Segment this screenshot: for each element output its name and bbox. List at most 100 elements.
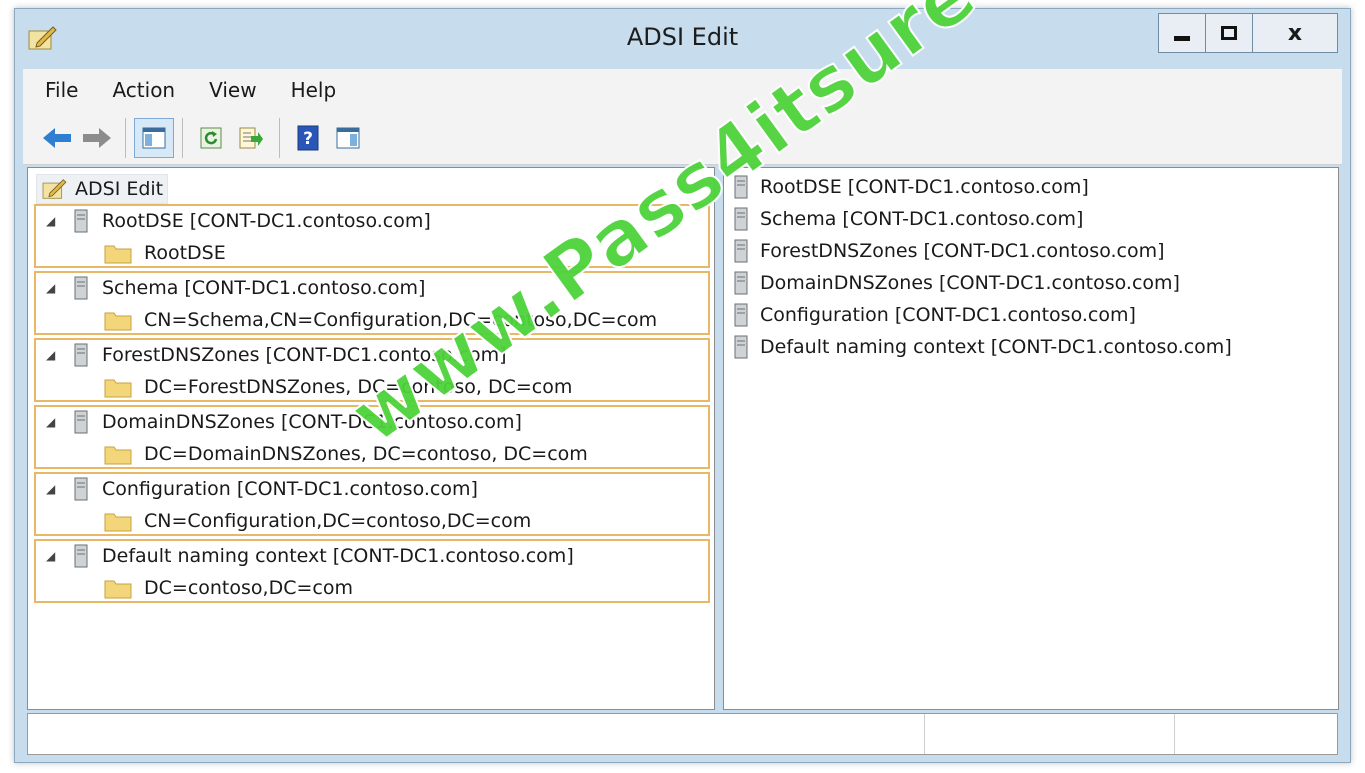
adsi-edit-icon <box>42 179 67 199</box>
folder-icon <box>104 513 132 532</box>
tree-node-label: CN=Schema,CN=Configuration,DC=contoso,DC… <box>144 309 658 331</box>
refresh-button[interactable] <box>191 118 231 158</box>
server-icon <box>734 271 748 295</box>
tree-node-label: DC=DomainDNSZones, DC=contoso, DC=com <box>144 443 588 465</box>
list-item-label: ForestDNSZones [CONT-DC1.contoso.com] <box>760 240 1165 262</box>
tree-root-label: ADSI Edit <box>75 178 164 200</box>
expand-triangle-icon[interactable]: ◢ <box>46 549 60 563</box>
maximize-button[interactable] <box>1206 14 1253 52</box>
server-icon <box>734 175 748 199</box>
console-tree-icon <box>142 127 166 148</box>
adsi-edit-window: ADSI Edit x File Action View Help ? ADSI… <box>14 8 1351 763</box>
help-button[interactable]: ? <box>288 118 328 158</box>
tree-node-domaindnszones-server[interactable]: ◢ DomainDNSZones [CONT-DC1.contoso.com] <box>36 407 522 437</box>
expand-triangle-icon[interactable]: ◢ <box>46 348 60 362</box>
tree-node-default-naming-context-server[interactable]: ◢ Default naming context [CONT-DC1.conto… <box>36 541 574 571</box>
minimize-button[interactable] <box>1159 14 1206 52</box>
toolbar-separator <box>279 117 280 158</box>
expand-triangle-icon[interactable]: ◢ <box>46 482 60 496</box>
list-item-label: RootDSE [CONT-DC1.contoso.com] <box>760 176 1089 198</box>
server-icon <box>74 276 88 300</box>
tree-group-configuration: ◢ Configuration [CONT-DC1.contoso.com] C… <box>34 472 710 536</box>
menu-action[interactable]: Action <box>112 78 175 102</box>
tree-node-label: DC=ForestDNSZones, DC=contoso, DC=com <box>144 376 573 398</box>
toolbar-separator <box>182 117 183 158</box>
maximize-icon <box>1221 26 1237 40</box>
server-icon <box>74 343 88 367</box>
status-bar <box>27 713 1338 755</box>
server-icon <box>734 303 748 327</box>
tree-node-domaindnszones-child[interactable]: DC=DomainDNSZones, DC=contoso, DC=com <box>104 439 588 469</box>
list-item[interactable]: Configuration [CONT-DC1.contoso.com] <box>734 300 1136 330</box>
list-item[interactable]: Schema [CONT-DC1.contoso.com] <box>734 204 1083 234</box>
list-item-label: Schema [CONT-DC1.contoso.com] <box>760 208 1084 230</box>
tree-node-label: DC=contoso,DC=com <box>144 577 353 599</box>
list-item[interactable]: Default naming context [CONT-DC1.contoso… <box>734 332 1232 362</box>
server-icon <box>734 207 748 231</box>
console-tree-pane[interactable]: ADSI Edit ◢ RootDSE [CONT-DC1.contoso.co… <box>27 167 715 710</box>
refresh-icon <box>200 127 222 148</box>
tree-node-label: Default naming context [CONT-DC1.contoso… <box>102 545 574 567</box>
tree-node-schema-child[interactable]: CN=Schema,CN=Configuration,DC=contoso,DC… <box>104 305 657 335</box>
folder-icon <box>104 312 132 331</box>
tree-node-label: CN=Configuration,DC=contoso,DC=com <box>144 510 532 532</box>
tree-group-rootdse: ◢ RootDSE [CONT-DC1.contoso.com] RootDSE <box>34 204 710 268</box>
menu-bar: File Action View Help <box>23 69 1342 111</box>
caption-buttons: x <box>1158 13 1338 53</box>
tree-node-label: ForestDNSZones [CONT-DC1.contoso.com] <box>102 344 507 366</box>
close-button[interactable]: x <box>1253 14 1337 52</box>
tree-node-rootdse-child[interactable]: RootDSE <box>104 238 226 268</box>
forward-button[interactable] <box>77 118 117 158</box>
tree-node-configuration-child[interactable]: CN=Configuration,DC=contoso,DC=com <box>104 506 531 536</box>
list-item-label: Configuration [CONT-DC1.contoso.com] <box>760 304 1136 326</box>
status-bar-divider <box>1174 714 1175 754</box>
menu-file[interactable]: File <box>45 78 78 102</box>
folder-icon <box>104 446 132 465</box>
export-list-button[interactable] <box>231 118 271 158</box>
tree-root-adsi-edit[interactable]: ADSI Edit <box>36 174 169 204</box>
menu-view[interactable]: View <box>209 78 256 102</box>
expand-triangle-icon[interactable]: ◢ <box>46 415 60 429</box>
back-arrow-icon <box>43 127 71 148</box>
svg-text:?: ? <box>303 129 313 149</box>
tree-group-domaindnszones: ◢ DomainDNSZones [CONT-DC1.contoso.com] … <box>34 405 710 469</box>
tree-node-label: RootDSE [CONT-DC1.contoso.com] <box>102 210 431 232</box>
list-item-label: DomainDNSZones [CONT-DC1.contoso.com] <box>760 272 1180 294</box>
title-bar[interactable]: ADSI Edit x <box>15 9 1350 67</box>
list-item[interactable]: DomainDNSZones [CONT-DC1.contoso.com] <box>734 268 1180 298</box>
server-icon <box>734 239 748 263</box>
tree-node-label: Configuration [CONT-DC1.contoso.com] <box>102 478 478 500</box>
action-pane-icon <box>336 127 360 148</box>
tree-node-forestdnszones-server[interactable]: ◢ ForestDNSZones [CONT-DC1.contoso.com] <box>36 340 507 370</box>
folder-icon <box>104 580 132 599</box>
forward-arrow-icon <box>83 127 111 148</box>
folder-icon <box>104 379 132 398</box>
window-title: ADSI Edit <box>626 23 739 51</box>
tree-node-schema-server[interactable]: ◢ Schema [CONT-DC1.contoso.com] <box>36 273 425 303</box>
tree-node-label: DomainDNSZones [CONT-DC1.contoso.com] <box>102 411 522 433</box>
menu-help[interactable]: Help <box>291 78 337 102</box>
server-icon <box>74 544 88 568</box>
results-pane[interactable]: RootDSE [CONT-DC1.contoso.com] Schema [C… <box>723 167 1339 710</box>
expand-triangle-icon[interactable]: ◢ <box>46 214 60 228</box>
expand-triangle-icon[interactable]: ◢ <box>46 281 60 295</box>
tree-node-label: RootDSE <box>144 242 226 264</box>
tree-group-forestdnszones: ◢ ForestDNSZones [CONT-DC1.contoso.com] … <box>34 338 710 402</box>
tree-group-default-naming-context: ◢ Default naming context [CONT-DC1.conto… <box>34 539 710 603</box>
show-hide-console-tree-button[interactable] <box>134 117 174 158</box>
tree-node-forestdnszones-child[interactable]: DC=ForestDNSZones, DC=contoso, DC=com <box>104 372 572 402</box>
toolbar-separator <box>125 117 126 158</box>
server-icon <box>734 335 748 359</box>
toolbar: ? <box>23 111 1342 165</box>
tree-node-configuration-server[interactable]: ◢ Configuration [CONT-DC1.contoso.com] <box>36 474 478 504</box>
server-icon <box>74 209 88 233</box>
tree-group-schema: ◢ Schema [CONT-DC1.contoso.com] CN=Schem… <box>34 271 710 335</box>
tree-node-rootdse-server[interactable]: ◢ RootDSE [CONT-DC1.contoso.com] <box>36 206 431 236</box>
tree-node-default-naming-context-child[interactable]: DC=contoso,DC=com <box>104 573 353 603</box>
status-bar-divider <box>924 714 925 754</box>
list-item[interactable]: ForestDNSZones [CONT-DC1.contoso.com] <box>734 236 1165 266</box>
show-hide-action-pane-button[interactable] <box>328 118 368 158</box>
back-button[interactable] <box>37 118 77 158</box>
server-icon <box>74 410 88 434</box>
list-item[interactable]: RootDSE [CONT-DC1.contoso.com] <box>734 172 1089 202</box>
